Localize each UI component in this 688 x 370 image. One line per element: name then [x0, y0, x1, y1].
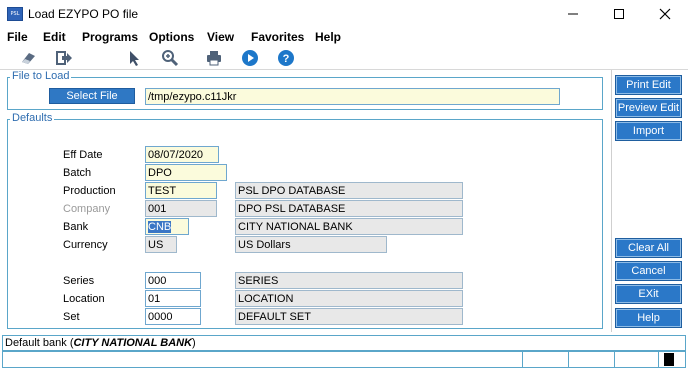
status-cell-4: [658, 352, 685, 367]
status-bank-name: CITY NATIONAL BANK: [73, 337, 193, 349]
status-suffix: ): [192, 337, 196, 349]
file-to-load-title: File to Load: [10, 70, 72, 82]
status-cell-3: [614, 352, 658, 367]
maximize-button[interactable]: [596, 0, 642, 28]
exit-arrow-icon[interactable]: [54, 49, 74, 67]
import-button[interactable]: Import: [615, 121, 682, 141]
maximize-icon: [614, 9, 624, 19]
exit-button[interactable]: EXit: [615, 284, 682, 304]
menu-options[interactable]: Options: [149, 30, 194, 44]
close-icon: [659, 8, 671, 20]
currency-description: US Dollars: [235, 236, 387, 253]
window-title: Load EZYPO PO file: [28, 7, 139, 21]
bank-description: CITY NATIONAL BANK: [235, 218, 463, 235]
svg-text:?: ?: [283, 53, 290, 65]
print-icon[interactable]: [204, 49, 224, 67]
series-label: Series: [63, 275, 95, 287]
zoom-in-icon[interactable]: [160, 49, 180, 67]
set-label: Set: [63, 311, 80, 323]
menu-file[interactable]: File: [7, 30, 28, 44]
status-message: Default bank (CITY NATIONAL BANK): [2, 335, 686, 351]
help-button[interactable]: Help: [615, 308, 682, 328]
production-label: Production: [63, 185, 116, 197]
set-input[interactable]: 0000: [145, 308, 201, 325]
caps-indicator: [664, 353, 674, 366]
batch-label: Batch: [63, 167, 92, 179]
print-edit-button[interactable]: Print Edit: [615, 75, 682, 95]
select-file-button[interactable]: Select File: [49, 88, 135, 104]
clear-all-button[interactable]: Clear All: [615, 238, 682, 258]
location-input[interactable]: 01: [145, 290, 201, 307]
currency-label: Currency: [63, 239, 108, 251]
production-description: PSL DPO DATABASE: [235, 182, 463, 199]
eff-date-input[interactable]: 08/07/2020: [145, 146, 219, 163]
cursor-icon[interactable]: [124, 49, 144, 67]
status-bar: [2, 351, 686, 368]
series-description: SERIES: [235, 272, 463, 289]
eraser-icon[interactable]: [18, 49, 38, 67]
status-prefix: Default bank (: [5, 337, 74, 349]
menu-edit[interactable]: Edit: [43, 30, 66, 44]
batch-input[interactable]: DPO: [145, 164, 227, 181]
currency-input[interactable]: US: [145, 236, 177, 253]
preview-edit-button[interactable]: Preview Edit: [615, 98, 682, 118]
menu-programs[interactable]: Programs: [82, 30, 138, 44]
minimize-button[interactable]: [550, 0, 596, 28]
help-icon[interactable]: ?: [276, 49, 296, 67]
eff-date-label: Eff Date: [63, 149, 103, 161]
status-cell-1: [522, 352, 568, 367]
bank-label: Bank: [63, 221, 89, 233]
defaults-title: Defaults: [10, 112, 55, 124]
cancel-button[interactable]: Cancel: [615, 261, 682, 281]
title-bar: PSL Load EZYPO PO file: [0, 0, 688, 28]
production-input[interactable]: TEST: [145, 182, 217, 199]
location-description: LOCATION: [235, 290, 463, 307]
menu-view[interactable]: View: [207, 30, 234, 44]
company-label: Company: [63, 203, 111, 215]
toolbar: ?: [0, 46, 688, 70]
menu-bar: File Edit Programs Options View Favorite…: [0, 28, 688, 46]
location-label: Location: [63, 293, 105, 305]
company-input: 001: [145, 200, 217, 217]
file-path-input[interactable]: /tmp/ezypo.c11Jkr: [145, 88, 560, 105]
play-icon[interactable]: [240, 49, 260, 67]
app-icon: PSL: [7, 7, 23, 21]
set-description: DEFAULT SET: [235, 308, 463, 325]
close-button[interactable]: [642, 0, 688, 28]
minimize-icon: [568, 13, 578, 15]
company-description: DPO PSL DATABASE: [235, 200, 463, 217]
menu-help[interactable]: Help: [315, 30, 341, 44]
bank-input[interactable]: CNB: [145, 218, 189, 235]
menu-favorites[interactable]: Favorites: [251, 30, 304, 44]
bank-selected-text: CNB: [148, 221, 172, 233]
status-cell-2: [568, 352, 614, 367]
series-input[interactable]: 000: [145, 272, 201, 289]
